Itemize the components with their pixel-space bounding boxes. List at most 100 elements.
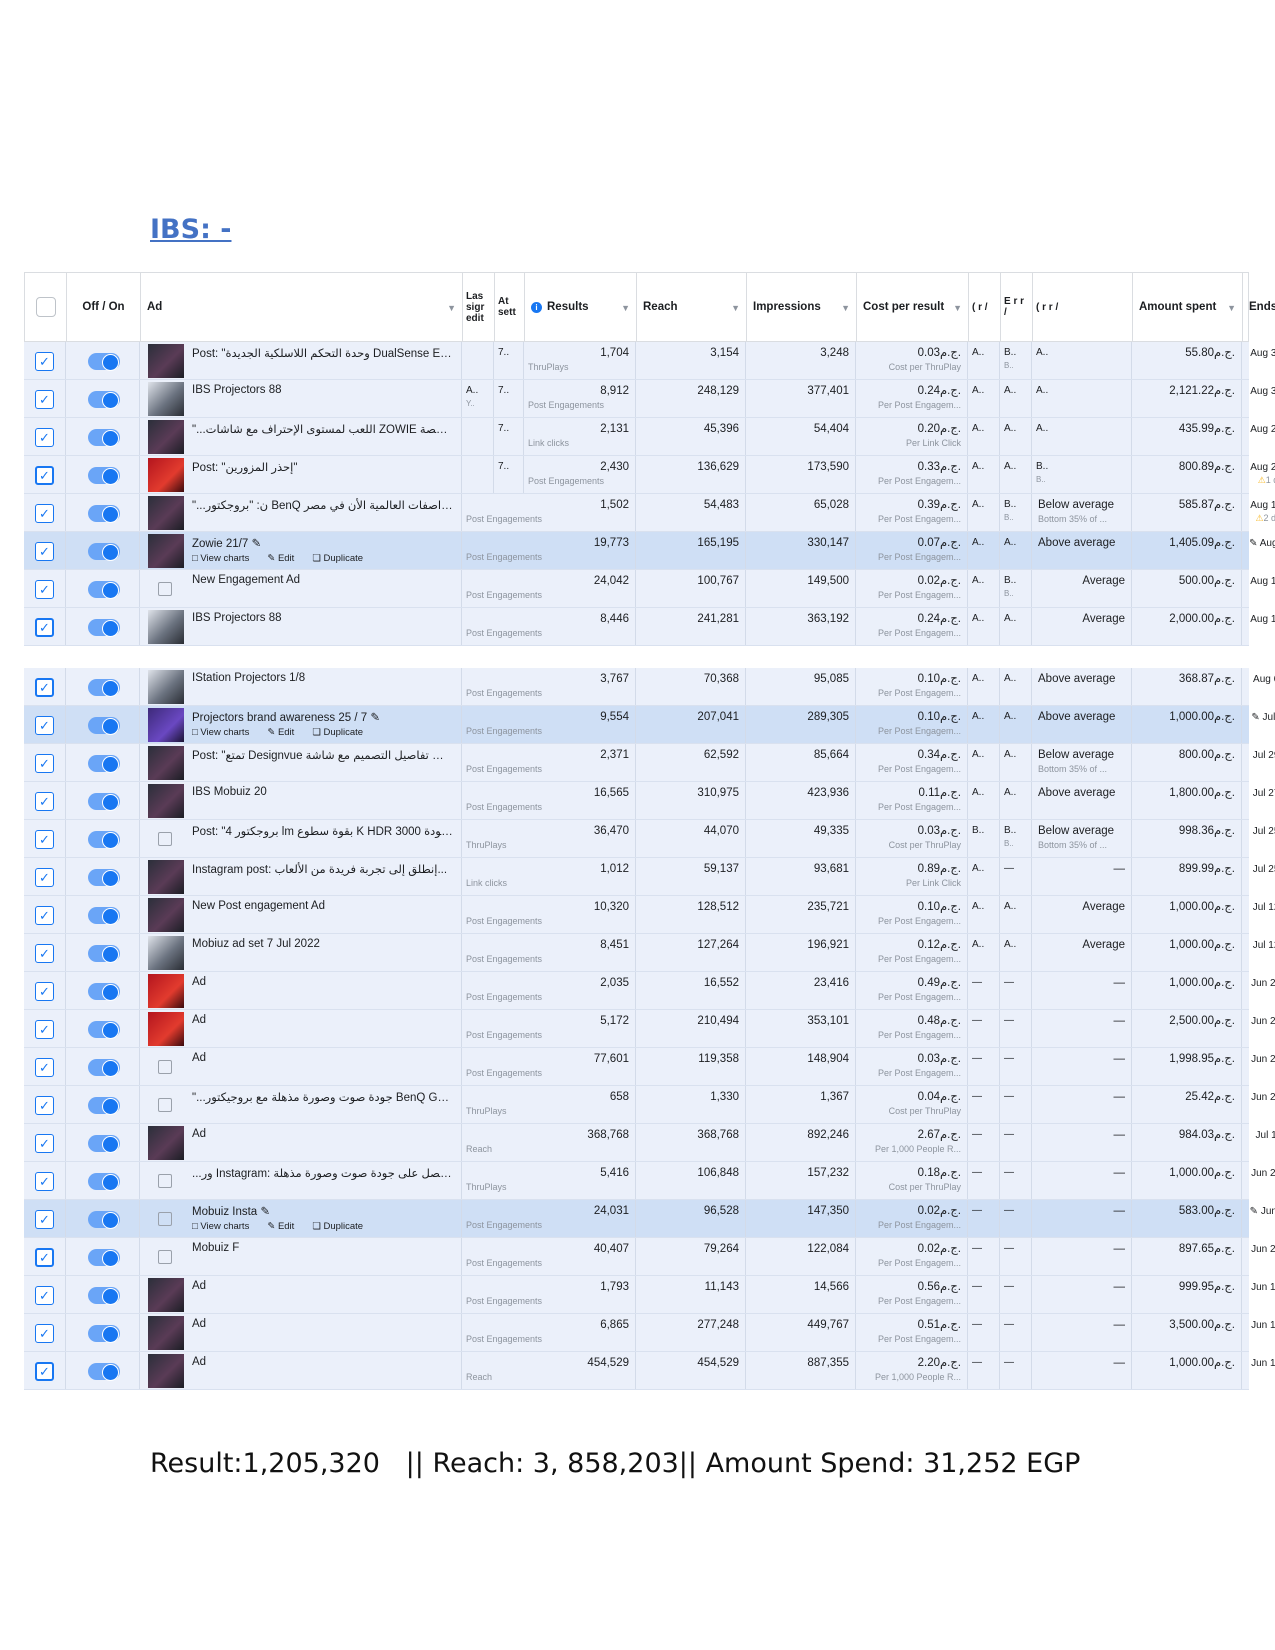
toggle-cell[interactable]	[66, 1352, 140, 1389]
ad-name[interactable]: ...ور Instagram: احصل على جودة صوت وصورة…	[192, 1166, 455, 1180]
checkbox-cell[interactable]: ✓	[24, 858, 66, 895]
checkbox-cell[interactable]: ✓	[24, 1238, 66, 1275]
ad-name-cell[interactable]: Post: "4 بروجكتور lm بقوة سطوع K HDR 300…	[140, 820, 462, 857]
ad-name-cell[interactable]: Post: "إحذر المزورين"	[140, 456, 462, 493]
row-checkbox[interactable]: ✓	[35, 868, 54, 887]
row-checkbox[interactable]: ✓	[35, 1210, 54, 1229]
view-charts-link[interactable]: □ View charts	[192, 1221, 258, 1232]
checkbox-cell[interactable]: ✓	[24, 494, 66, 531]
on-off-toggle[interactable]	[88, 679, 120, 697]
checkbox-cell[interactable]: ✓	[24, 1086, 66, 1123]
row-checkbox[interactable]: ✓	[35, 716, 54, 735]
table-row[interactable]: ✓ Ad 368,768 Reach 368,768 892,246 2.67ج.م. Per…	[24, 1124, 1275, 1162]
ad-name-cell[interactable]: IBS Projectors 88	[140, 380, 462, 417]
row-checkbox[interactable]: ✓	[35, 580, 54, 599]
toggle-cell[interactable]	[66, 782, 140, 819]
header-ad[interactable]: Ad ▼	[141, 273, 463, 341]
ad-name[interactable]: Ad	[192, 1280, 455, 1292]
table-row[interactable]: ✓ Post: "4 بروجكتور lm بقوة سطوع K HDR 30…	[24, 820, 1275, 858]
row-checkbox[interactable]: ✓	[35, 1248, 54, 1267]
on-off-toggle[interactable]	[88, 429, 120, 447]
table-row[interactable]: ✓ New Post engagement Ad 10,320 Post Engage…	[24, 896, 1275, 934]
toggle-cell[interactable]	[66, 858, 140, 895]
ad-name[interactable]: New Post engagement Ad	[192, 900, 455, 912]
toggle-cell[interactable]	[66, 570, 140, 607]
on-off-toggle[interactable]	[88, 1173, 120, 1191]
checkbox-cell[interactable]: ✓	[24, 972, 66, 1009]
header-last-significant-edit[interactable]: Las sigr edit	[463, 273, 495, 341]
select-all-checkbox[interactable]	[35, 297, 56, 317]
ad-name[interactable]: "...جودة صوت وصورة مذهلة مع بروجيكتور Be…	[192, 1090, 455, 1104]
row-checkbox[interactable]: ✓	[35, 1172, 54, 1191]
toggle-cell[interactable]	[66, 1086, 140, 1123]
toggle-cell[interactable]	[66, 1162, 140, 1199]
header-amount-spent[interactable]: Amount spent ▼	[1133, 273, 1243, 341]
checkbox-cell[interactable]: ✓	[24, 532, 66, 569]
on-off-toggle[interactable]	[88, 1249, 120, 1267]
table-row[interactable]: ✓ Mobuiz F 40,407 Post Engagements 79,264 122…	[24, 1238, 1275, 1276]
row-checkbox[interactable]: ✓	[35, 466, 54, 485]
toggle-cell[interactable]	[66, 456, 140, 493]
view-charts-link[interactable]: □ View charts	[192, 727, 258, 738]
row-checkbox[interactable]: ✓	[35, 504, 54, 523]
header-reach[interactable]: Reach ▼	[637, 273, 747, 341]
checkbox-cell[interactable]: ✓	[24, 380, 66, 417]
toggle-cell[interactable]	[66, 1314, 140, 1351]
ad-name-cell[interactable]: Projectors brand awareness 25 / 7 ✎ □ Vie…	[140, 706, 462, 743]
edit-link[interactable]: ✎ Edit	[267, 553, 303, 564]
row-checkbox[interactable]: ✓	[35, 1324, 54, 1343]
on-off-toggle[interactable]	[88, 505, 120, 523]
toggle-cell[interactable]	[66, 1200, 140, 1237]
on-off-toggle[interactable]	[88, 1135, 120, 1153]
row-checkbox[interactable]: ✓	[35, 982, 54, 1001]
on-off-toggle[interactable]	[88, 1287, 120, 1305]
ad-name[interactable]: IBS Projectors 88	[192, 384, 455, 396]
row-checkbox[interactable]: ✓	[35, 1058, 54, 1077]
view-charts-link[interactable]: □ View charts	[192, 553, 258, 564]
ad-name-cell[interactable]: Ad	[140, 1124, 462, 1161]
toggle-cell[interactable]	[66, 1276, 140, 1313]
on-off-toggle[interactable]	[88, 793, 120, 811]
ad-name[interactable]: Zowie 21/7 ✎	[192, 536, 455, 550]
ad-name[interactable]: Projectors brand awareness 25 / 7 ✎	[192, 710, 455, 724]
table-row[interactable]: ✓ IBS Projectors 88 8,446 Post Engagements 2…	[24, 608, 1275, 646]
ad-name-cell[interactable]: Zowie 21/7 ✎ □ View charts ✎ Edit ❏ Duplica…	[140, 532, 462, 569]
ad-name[interactable]: Mobuiz F	[192, 1242, 455, 1254]
table-row[interactable]: ✓ Projectors brand awareness 25 / 7 ✎ □ Vi…	[24, 706, 1275, 744]
toggle-cell[interactable]	[66, 706, 140, 743]
checkbox-cell[interactable]: ✓	[24, 1314, 66, 1351]
checkbox-cell[interactable]: ✓	[24, 1048, 66, 1085]
ad-name-cell[interactable]: Mobuiz F	[140, 1238, 462, 1275]
header-ends[interactable]: Ends▼	[1243, 273, 1275, 341]
on-off-toggle[interactable]	[88, 945, 120, 963]
row-checkbox[interactable]: ✓	[35, 1020, 54, 1039]
ad-name-cell[interactable]: New Post engagement Ad	[140, 896, 462, 933]
ad-name-cell[interactable]: "...ن: "بروجكتور BenQ بالمواصفات العالمي…	[140, 494, 462, 531]
table-row[interactable]: ✓ "...ن: "بروجكتور BenQ بالمواصفات العالم…	[24, 494, 1275, 532]
on-off-toggle[interactable]	[88, 543, 120, 561]
row-checkbox[interactable]: ✓	[35, 906, 54, 925]
ad-name[interactable]: Post: "إحذر المزورين"	[192, 460, 455, 474]
ad-name-cell[interactable]: IBS Projectors 88	[140, 608, 462, 645]
table-row[interactable]: ✓ Ad 5,172 Post Engagements 210,494 353,101 0.…	[24, 1010, 1275, 1048]
checkbox-cell[interactable]: ✓	[24, 1010, 66, 1047]
row-checkbox[interactable]: ✓	[35, 542, 54, 561]
ad-name[interactable]: Ad	[192, 1052, 455, 1064]
row-checkbox[interactable]: ✓	[35, 352, 54, 371]
table-row[interactable]: ✓ Ad 1,793 Post Engagements 11,143 14,566 0.56…	[24, 1276, 1275, 1314]
duplicate-link[interactable]: ❏ Duplicate	[312, 1221, 372, 1232]
checkbox-cell[interactable]: ✓	[24, 1200, 66, 1237]
row-checkbox[interactable]: ✓	[35, 1286, 54, 1305]
ad-name[interactable]: Post: "تمتع Designvue عيش تفاصيل التصميم…	[192, 748, 455, 762]
ad-name[interactable]: Ad	[192, 1356, 455, 1368]
ad-name[interactable]: IBS Mobuiz 20	[192, 786, 455, 798]
row-checkbox[interactable]: ✓	[35, 792, 54, 811]
table-row[interactable]: ✓ Ad 77,601 Post Engagements 119,358 148,904 0…	[24, 1048, 1275, 1086]
checkbox-cell[interactable]: ✓	[24, 1276, 66, 1313]
on-off-toggle[interactable]	[88, 1021, 120, 1039]
ad-name-cell[interactable]: "...جودة صوت وصورة مذهلة مع بروجيكتور Be…	[140, 1086, 462, 1123]
header-impressions[interactable]: Impressions ▼	[747, 273, 857, 341]
ad-name[interactable]: Ad	[192, 1318, 455, 1330]
checkbox-cell[interactable]: ✓	[24, 896, 66, 933]
header-cost-per-result[interactable]: Cost per result ▼	[857, 273, 969, 341]
